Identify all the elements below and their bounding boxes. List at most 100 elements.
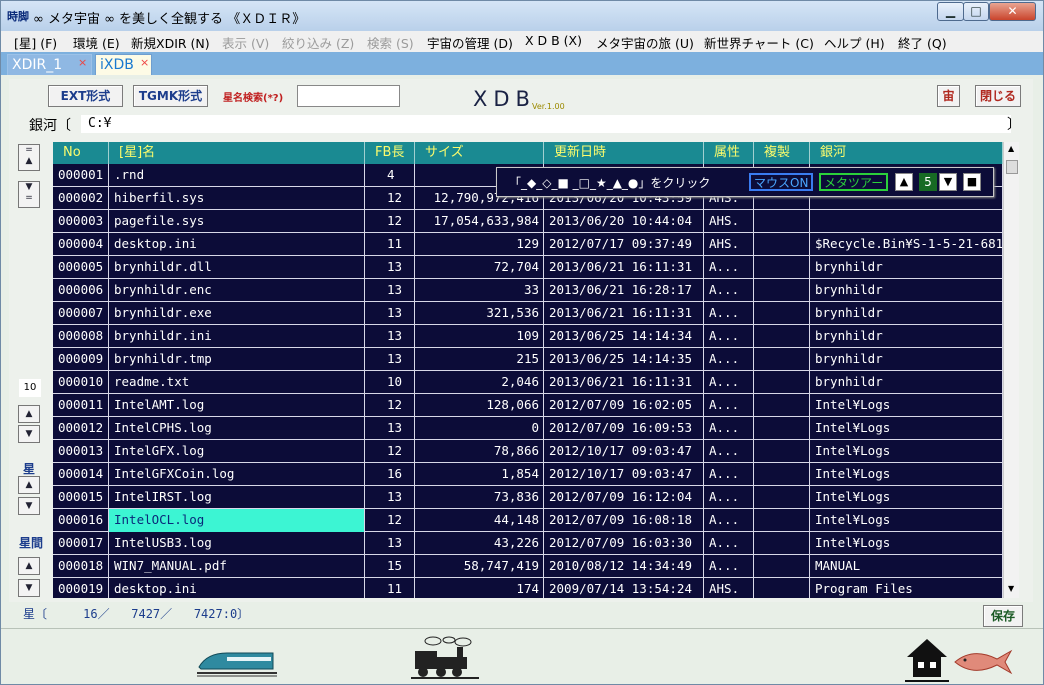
close-icon: ✕ — [1007, 4, 1018, 18]
table-row[interactable]: 000005 brynhildr.dll 13 72,704 2013/06/21 16… — [53, 256, 1003, 279]
tab-xdir-1[interactable]: XDIR_1 × — [7, 54, 92, 75]
table-row[interactable]: 000018 WIN7_MANUAL.pdf 15 58,747,419 2010/08… — [53, 555, 1003, 578]
table-row[interactable]: 000004 desktop.ini 11 129 2012/07/17 09:37:4… — [53, 233, 1003, 256]
col-no-cell: 000010 — [53, 371, 109, 394]
tab-label: XDIR_1 — [12, 57, 63, 73]
save-button[interactable]: 保存 — [983, 605, 1023, 627]
table-row[interactable]: 000009 brynhildr.tmp 13 215 2013/06/25 14:14… — [53, 348, 1003, 371]
col-modified-header[interactable]: 更新日時 — [544, 142, 704, 164]
col-attributes-header[interactable]: 属性 — [704, 142, 754, 164]
bullet-train-icon[interactable] — [197, 645, 277, 677]
col-size-header[interactable]: サイズ — [415, 142, 544, 164]
col-name-cell: readme.txt — [109, 371, 365, 394]
col-size-cell: 321,536 — [415, 302, 544, 325]
table-row[interactable]: 000007 brynhildr.exe 13 321,536 2013/06/21 1… — [53, 302, 1003, 325]
menu-universe-manage[interactable]: 宇宙の管理 (D) — [427, 33, 513, 52]
table-row[interactable]: 000014 IntelGFXCoin.log 16 1,854 2012/10/17 … — [53, 463, 1003, 486]
table-row[interactable]: 000013 IntelGFX.log 12 78,866 2012/10/17 09:… — [53, 440, 1003, 463]
down-arrow-icon[interactable]: ▼ — [939, 173, 957, 191]
table-row[interactable]: 000017 IntelUSB3.log 13 43,226 2012/07/09 16… — [53, 532, 1003, 555]
minimize-button[interactable]: ▁ — [937, 2, 964, 21]
scroll-down-icon[interactable]: ▼ — [1008, 584, 1014, 593]
app-icon: 時脚 — [7, 10, 29, 23]
col-no-cell: 000002 — [53, 187, 109, 210]
table-row[interactable]: 000003 pagefile.sys 12 17,054,633,984 2013/0… — [53, 210, 1003, 233]
col-name-cell: IntelGFX.log — [109, 440, 365, 463]
menu-environment[interactable]: 環境 (E) — [73, 33, 120, 52]
tab-ixdb[interactable]: iXDB × — [95, 54, 152, 75]
menu-new-world-chart[interactable]: 新世界チャート (C) — [704, 33, 814, 52]
col-no-header[interactable]: No — [53, 142, 109, 164]
house-icon[interactable] — [905, 635, 949, 683]
menu-xdb[interactable]: X D B (X) — [525, 33, 582, 48]
col-name-header[interactable]: [星]名 — [109, 142, 365, 164]
scroll-up-icon[interactable]: ▲ — [1008, 144, 1014, 153]
scroll-thumb[interactable] — [1006, 160, 1018, 174]
col-no-cell: 000001 — [53, 164, 109, 187]
col-size-cell: 2,046 — [415, 371, 544, 394]
tab-close-icon[interactable]: × — [78, 53, 87, 73]
steam-locomotive-icon[interactable] — [411, 635, 479, 679]
up-arrow-icon[interactable]: ▲ — [895, 173, 913, 191]
col-duplicate-cell — [754, 509, 810, 532]
col-name-cell: hiberfil.sys — [109, 187, 365, 210]
col-duplicate-cell — [754, 256, 810, 279]
col-name-cell: desktop.ini — [109, 233, 365, 256]
star-search-input[interactable] — [297, 85, 400, 107]
minimize-icon: ▁ — [945, 4, 956, 18]
star-down-button[interactable]: ▼ — [18, 497, 40, 515]
popup-instruction: 「_◆_◇_■ _□_★_▲_●」をクリック — [509, 176, 711, 190]
col-modified-cell: 2013/06/25 14:14:35 — [544, 348, 704, 371]
page-up-button[interactable]: ▲ — [18, 405, 40, 423]
interval-up-button[interactable]: ▲ — [18, 557, 40, 575]
menu-exit[interactable]: 終了 (Q) — [898, 33, 947, 52]
col-size-cell: 0 — [415, 417, 544, 440]
close-panel-button[interactable]: 閉じる — [975, 85, 1021, 107]
maximize-button[interactable]: □ — [963, 2, 989, 21]
table-row[interactable]: 000011 IntelAMT.log 12 128,066 2012/07/09 16… — [53, 394, 1003, 417]
menu-filter[interactable]: 絞り込み (Z) — [282, 33, 354, 52]
col-galaxy-cell: brynhildr — [810, 371, 1003, 394]
col-modified-cell: 2012/07/09 16:12:04 — [544, 486, 704, 509]
fish-icon[interactable] — [953, 647, 1013, 677]
xdb-logo: XDB — [473, 87, 536, 111]
stop-icon[interactable]: ■ — [963, 173, 981, 191]
vertical-scrollbar[interactable]: ▲ ▼ — [1003, 142, 1019, 598]
menu-view[interactable]: 表示 (V) — [222, 33, 269, 52]
menu-search[interactable]: 検索 (S) — [367, 33, 414, 52]
menu-meta-journey[interactable]: メタ宇宙の旅 (U) — [596, 33, 694, 52]
menu-help[interactable]: ヘルプ (H) — [824, 33, 885, 52]
col-galaxy-header[interactable]: 銀河 — [810, 142, 1003, 164]
table-row[interactable]: 000016 IntelOCL.log 12 44,148 2012/07/09 16:… — [53, 509, 1003, 532]
col-attributes-cell: A... — [704, 555, 754, 578]
col-fb-length-cell: 4 — [365, 164, 415, 187]
universe-button[interactable]: 宙 — [937, 85, 960, 107]
col-attributes-cell: AHS. — [704, 210, 754, 233]
col-fb-length-cell: 12 — [365, 440, 415, 463]
mouse-on-button[interactable]: マウスON — [749, 173, 814, 191]
scroll-bottom-button[interactable]: ▼ = — [18, 181, 40, 208]
table-row[interactable]: 000010 readme.txt 10 2,046 2013/06/21 16:11:… — [53, 371, 1003, 394]
ext-format-button[interactable]: EXT形式 — [48, 85, 123, 107]
close-window-button[interactable]: ✕ — [989, 2, 1036, 21]
table-row[interactable]: 000015 IntelIRST.log 13 73,836 2012/07/09 16… — [53, 486, 1003, 509]
table-row[interactable]: 000012 IntelCPHS.log 13 0 2012/07/09 16:09:5… — [53, 417, 1003, 440]
menu-new-xdir[interactable]: 新規XDIR (N) — [131, 33, 210, 52]
tgmk-format-button[interactable]: TGMK形式 — [133, 85, 208, 107]
file-grid[interactable]: No[星]名FB長サイズ更新日時属性複製銀河 000001.rnd41,0242… — [53, 142, 1019, 598]
page-down-button[interactable]: ▼ — [18, 425, 40, 443]
table-row[interactable]: 000006 brynhildr.enc 13 33 2013/06/21 16:28:… — [53, 279, 1003, 302]
table-row[interactable]: 000019 desktop.ini 11 174 2009/07/14 13:54:2… — [53, 578, 1003, 598]
title-bar[interactable]: 時脚 ∞ メタ宇宙 ∞ を美しく全観する 《ＸＤＩＲ》 ▁ □ ✕ — [1, 1, 1043, 31]
col-duplicate-header[interactable]: 複製 — [754, 142, 810, 164]
table-row[interactable]: 000008 brynhildr.ini 13 109 2013/06/25 14:14… — [53, 325, 1003, 348]
star-up-button[interactable]: ▲ — [18, 476, 40, 494]
meta-tour-button[interactable]: メタツアー — [819, 173, 889, 191]
tab-close-icon[interactable]: × — [140, 53, 149, 73]
col-fb-length-header[interactable]: FB長 — [365, 142, 415, 164]
col-attributes-cell: A... — [704, 348, 754, 371]
galaxy-path: C:¥ — [88, 116, 112, 131]
scroll-top-button[interactable]: = ▲ — [18, 144, 40, 171]
interval-down-button[interactable]: ▼ — [18, 579, 40, 597]
menu-star[interactable]: [星] (F) — [14, 33, 57, 52]
